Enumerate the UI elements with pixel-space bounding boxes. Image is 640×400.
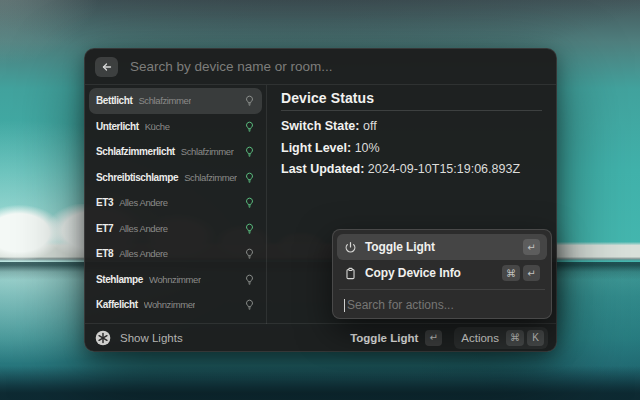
status-field-value: off — [360, 119, 377, 133]
status-field: Switch State: off — [281, 119, 542, 133]
device-name: Schreibtischlampe — [96, 172, 178, 183]
lightbulb-icon — [241, 248, 255, 259]
device-list: Bettlicht Schlafzimmer Unterlicht Küche Schl… — [85, 85, 267, 324]
action-item-label: Toggle Light — [365, 240, 435, 254]
device-room: Schlafzimmer — [181, 146, 234, 157]
status-field: Light Level: 10% — [281, 141, 542, 155]
footer-primary-action[interactable]: Toggle Light — [350, 332, 418, 344]
device-name: Bettlicht — [96, 95, 132, 106]
search-bar: Search by device name or room... — [85, 49, 556, 85]
device-name: Unterlicht — [96, 121, 139, 132]
cmd-key-badge: ⌘ — [506, 330, 524, 346]
power-icon — [344, 241, 357, 254]
lightbulb-icon — [241, 223, 255, 234]
device-row[interactable]: Schreibtischlampe Schlafzimmer — [89, 165, 262, 191]
status-field-label: Light Level: — [281, 141, 351, 155]
key-badge: ↵ — [523, 239, 540, 255]
launcher-window: Search by device name or room... Bettlic… — [84, 48, 557, 352]
device-room: Wohnzimmer — [144, 299, 196, 310]
device-row[interactable]: Schlafzimmerlicht Schlafzimmer — [89, 139, 262, 165]
enter-key-badge: ↵ — [425, 330, 442, 346]
lightbulb-icon — [241, 274, 255, 285]
device-name: ET3 — [96, 197, 113, 208]
status-field-value: 10% — [351, 141, 380, 155]
actions-button-label: Actions — [461, 332, 499, 344]
device-row[interactable]: Bettlicht Schlafzimmer — [89, 88, 262, 114]
device-row[interactable]: Unterlicht Küche — [89, 114, 262, 140]
lightbulb-icon — [241, 95, 255, 106]
lightbulb-icon — [241, 197, 255, 208]
lightbulb-icon — [241, 172, 255, 183]
status-field: Last Updated: 2024-09-10T15:19:06.893Z — [281, 162, 542, 176]
lightbulb-icon — [241, 299, 255, 310]
detail-divider — [281, 110, 542, 111]
clipboard-icon — [344, 267, 357, 280]
device-row[interactable]: ET7 Alles Andere — [89, 216, 262, 242]
k-key-badge: K — [527, 330, 544, 346]
status-field-label: Switch State: — [281, 119, 360, 133]
lightbulb-icon — [241, 146, 255, 157]
device-room: Schlafzimmer — [184, 172, 237, 183]
lightbulb-icon — [241, 121, 255, 132]
footer-app-label: Show Lights — [120, 332, 183, 344]
action-item-label: Copy Device Info — [365, 266, 461, 280]
detail-title: Device Status — [281, 91, 542, 106]
action-search[interactable]: Search for actions... — [337, 293, 547, 317]
action-item[interactable]: Copy Device Info ⌘↵ — [337, 260, 547, 286]
back-button[interactable] — [95, 57, 118, 77]
device-name: Schlafzimmerlicht — [96, 146, 175, 157]
actions-button[interactable]: Actions ⌘ K — [454, 327, 548, 349]
key-badge: ↵ — [523, 265, 540, 281]
action-panel-divider — [339, 289, 545, 290]
action-panel: Toggle Light ↵ Copy Device Info ⌘↵ Search f… — [332, 229, 552, 319]
device-name: ET7 — [96, 223, 113, 234]
device-room: Alles Andere — [119, 223, 168, 234]
key-badge: ⌘ — [502, 265, 520, 281]
device-row[interactable]: ET8 Alles Andere — [89, 241, 262, 267]
arrow-left-icon — [101, 61, 113, 73]
device-row[interactable]: Stehlampe Wohnzimmer — [89, 267, 262, 293]
footer-bar: Show Lights Toggle Light ↵ Actions ⌘ K — [85, 323, 556, 351]
device-name: Stehlampe — [96, 274, 143, 285]
device-row[interactable]: Kaffelicht Wohnzimmer — [89, 292, 262, 318]
device-room: Alles Andere — [119, 248, 168, 259]
action-search-placeholder: Search for actions... — [347, 298, 454, 312]
device-room: Küche — [145, 121, 170, 132]
device-name: Kaffelicht — [96, 299, 138, 310]
device-row[interactable]: ET3 Alles Andere — [89, 190, 262, 216]
action-item[interactable]: Toggle Light ↵ — [337, 234, 547, 260]
device-name: ET8 — [96, 248, 113, 259]
device-room: Alles Andere — [119, 197, 168, 208]
status-field-label: Last Updated: — [281, 162, 364, 176]
text-caret — [344, 299, 345, 312]
search-input[interactable]: Search by device name or room... — [130, 59, 333, 74]
device-room: Schlafzimmer — [138, 95, 191, 106]
device-room: Wohnzimmer — [149, 274, 201, 285]
status-field-value: 2024-09-10T15:19:06.893Z — [364, 162, 520, 176]
extension-icon — [95, 330, 111, 346]
